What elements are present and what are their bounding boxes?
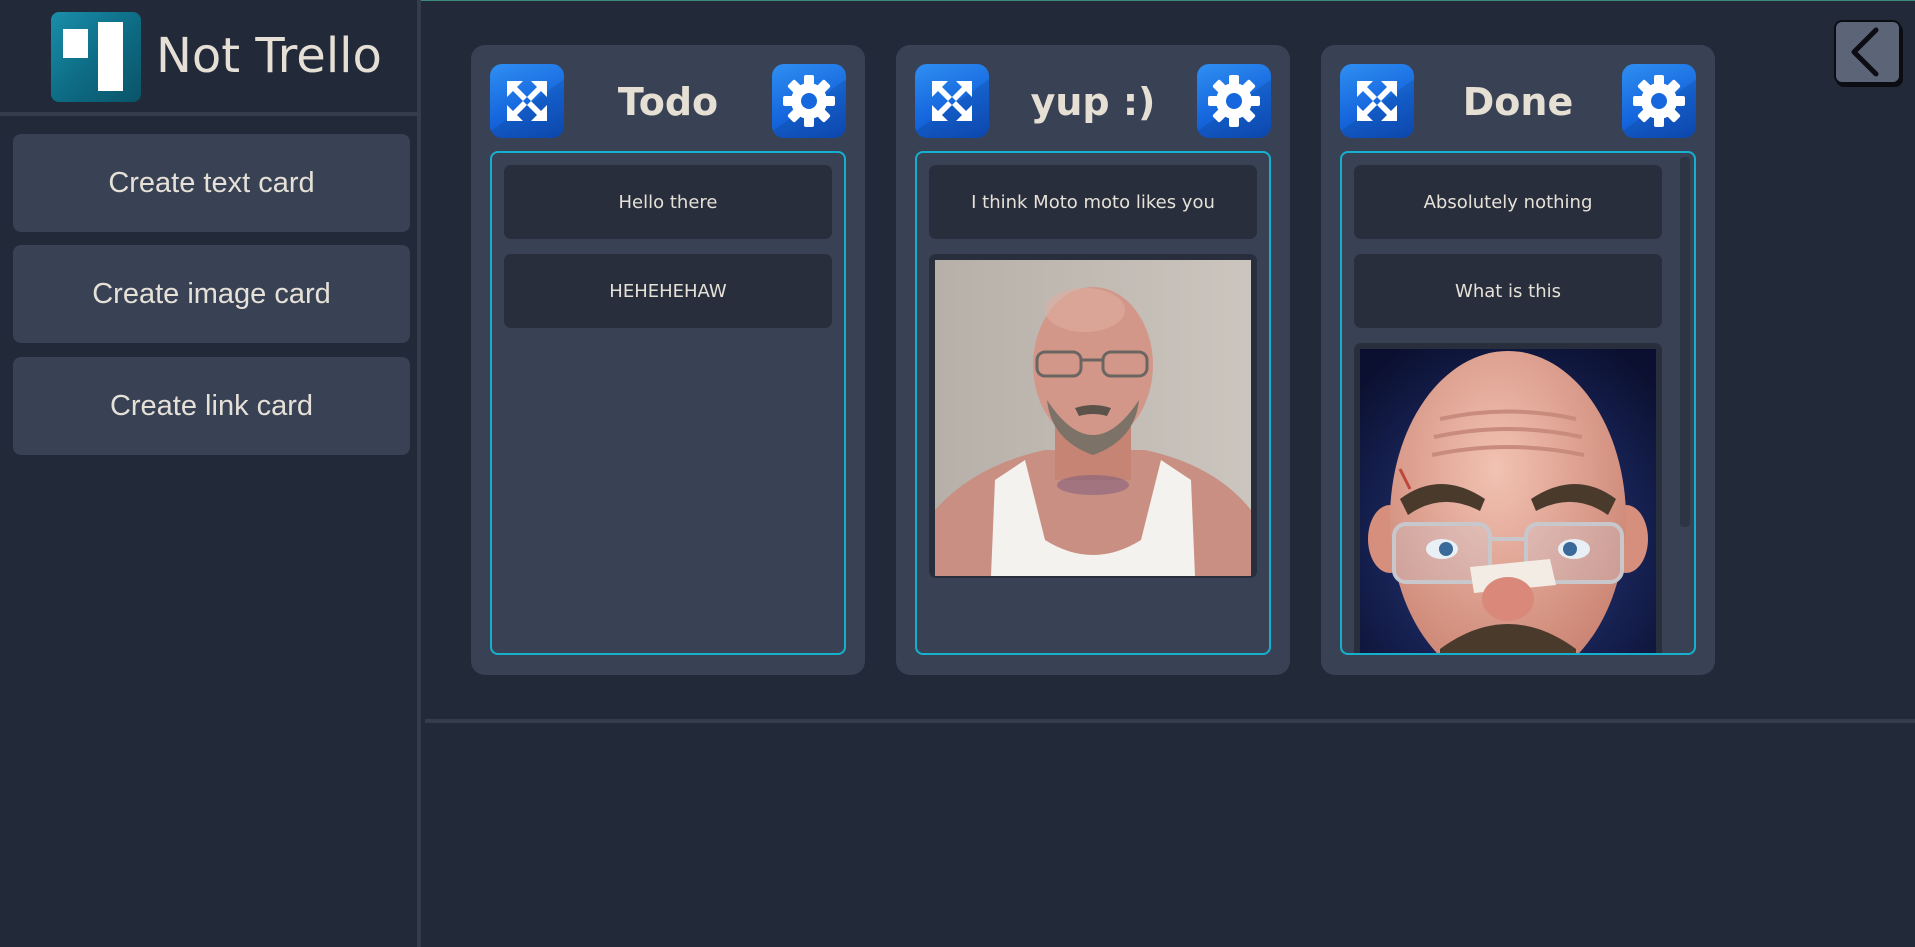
text-card[interactable]: Hello there [504,165,832,239]
create-text-card-button[interactable]: Create text card [13,134,410,232]
back-button[interactable] [1834,20,1901,84]
card-cartoon-image [1360,349,1656,653]
image-card[interactable] [929,254,1257,578]
create-image-card-button[interactable]: Create image card [13,245,410,343]
app-logo-icon [51,12,141,102]
column-done: Done Absolutely nothing What is this [1321,45,1715,675]
gear-icon[interactable] [1197,64,1271,138]
column-title[interactable]: Done [1414,75,1622,129]
chevron-left-icon [1851,27,1879,77]
card-list: I think Moto moto likes you [915,151,1271,655]
text-card[interactable]: What is this [1354,254,1662,328]
column-yup: yup :) I think Moto moto likes you [896,45,1290,675]
text-card[interactable]: I think Moto moto likes you [929,165,1257,239]
text-card[interactable]: HEHEHEHAW [504,254,832,328]
scrollbar-thumb[interactable] [1680,157,1690,527]
create-link-card-button[interactable]: Create link card [13,357,410,455]
gear-icon[interactable] [772,64,846,138]
card-photo [935,260,1251,576]
move-arrows-icon[interactable] [915,64,989,138]
app-title: Not Trello [156,28,382,84]
column-title[interactable]: yup :) [989,75,1197,129]
column-todo: Todo Hello there HEHEHEHAW [471,45,865,675]
board-divider [425,719,1915,723]
move-arrows-icon[interactable] [490,64,564,138]
image-card[interactable] [1354,343,1662,653]
card-list: Hello there HEHEHEHAW [490,151,846,655]
move-arrows-icon[interactable] [1340,64,1414,138]
text-card[interactable]: Absolutely nothing [1354,165,1662,239]
column-title[interactable]: Todo [564,75,772,129]
brand-header: Not Trello [0,0,421,116]
card-list[interactable]: Absolutely nothing What is this [1340,151,1696,655]
sidebar: Not Trello Create text card Create image… [0,0,421,947]
gear-icon[interactable] [1622,64,1696,138]
